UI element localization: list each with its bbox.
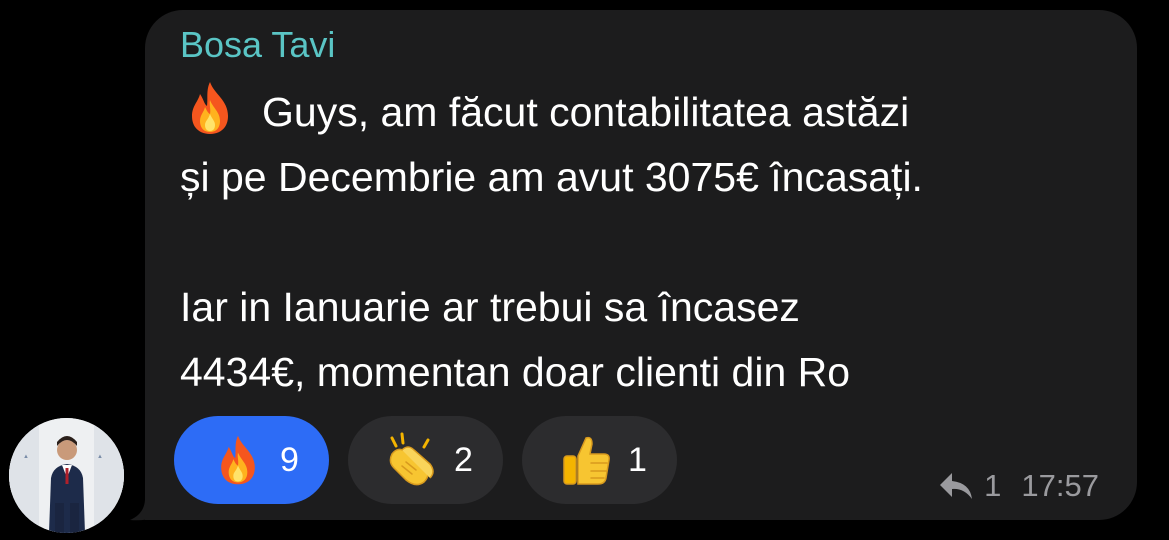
- fire-icon: [180, 80, 240, 136]
- reaction-count: 2: [454, 440, 473, 479]
- message-meta: 1 17:57: [938, 468, 1099, 504]
- reaction-count: 9: [280, 440, 299, 479]
- svg-text:▲: ▲: [97, 454, 103, 460]
- sender-name[interactable]: Bosa Tavi: [180, 25, 335, 65]
- reaction-fire[interactable]: 9: [174, 416, 329, 504]
- thumbs-up-icon: [558, 432, 614, 488]
- reply-icon[interactable]: [938, 471, 974, 501]
- reaction-clap[interactable]: 2: [348, 416, 503, 504]
- sender-avatar[interactable]: ▲ ▲: [9, 418, 124, 533]
- message-body: Guys, am făcut contabilitatea astăzi și …: [180, 89, 923, 395]
- fire-icon: [210, 432, 266, 488]
- reply-count[interactable]: 1: [984, 468, 1001, 504]
- svg-text:▲: ▲: [23, 454, 29, 460]
- reaction-thumbs-up[interactable]: 1: [522, 416, 677, 504]
- message-text: Guys, am făcut contabilitatea astăzi și …: [180, 80, 1120, 405]
- message-time: 17:57: [1021, 468, 1099, 503]
- clapping-hands-icon: [384, 432, 440, 488]
- reaction-count: 1: [628, 440, 647, 479]
